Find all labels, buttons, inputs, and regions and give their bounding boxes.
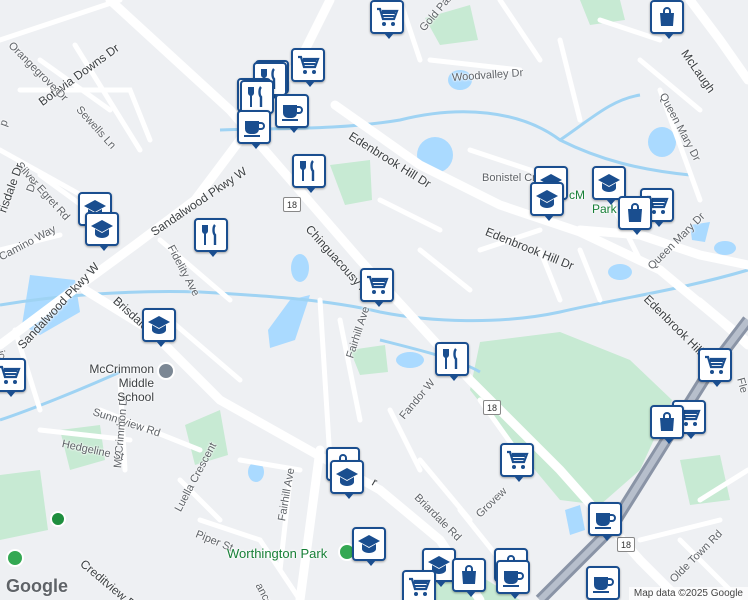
restaurant-pin[interactable] <box>292 154 326 193</box>
map-canvas[interactable]: Botavia Downs Dr Sewells Ln Orangegrove … <box>0 0 748 600</box>
restaurant-pin[interactable] <box>240 80 274 119</box>
cafe-pin[interactable] <box>586 566 620 600</box>
shopping-bag-icon <box>623 201 647 225</box>
school-pin[interactable] <box>85 212 119 251</box>
restaurant-icon <box>245 85 269 109</box>
cafe-pin[interactable] <box>275 94 309 133</box>
school-icon <box>90 217 114 241</box>
school-icon <box>335 465 359 489</box>
store-pin[interactable] <box>650 405 684 444</box>
grocery-pin[interactable] <box>500 443 534 482</box>
place-label-school: McCrimmon Middle School <box>89 362 154 404</box>
school-marker[interactable] <box>157 362 175 380</box>
grocery-pin[interactable] <box>0 358 26 397</box>
restaurant-pin[interactable] <box>194 218 228 257</box>
cafe-icon <box>501 565 525 589</box>
cafe-icon <box>280 99 304 123</box>
school-pin[interactable] <box>330 460 364 499</box>
school-pin[interactable] <box>142 308 176 347</box>
store-pin[interactable] <box>650 0 684 39</box>
school-icon <box>535 187 559 211</box>
grocery-pin[interactable] <box>402 570 436 600</box>
cafe-pin[interactable] <box>588 502 622 541</box>
shopping-cart-icon <box>703 353 727 377</box>
place-label-park: cM <box>569 188 585 202</box>
school-icon <box>597 171 621 195</box>
shopping-cart-icon <box>505 448 529 472</box>
cafe-pin[interactable] <box>496 560 530 599</box>
route-shield: 18 <box>483 400 501 415</box>
cafe-icon <box>242 115 266 139</box>
shopping-cart-icon <box>375 5 399 29</box>
cafe-icon <box>593 507 617 531</box>
store-pin[interactable] <box>618 196 652 235</box>
restaurant-icon <box>297 159 321 183</box>
shopping-cart-icon <box>0 363 21 387</box>
shopping-cart-icon <box>407 575 431 599</box>
park-marker[interactable] <box>6 549 24 567</box>
cafe-icon <box>591 571 615 595</box>
route-shield: 18 <box>617 537 635 552</box>
place-label-park: Worthington Park <box>227 546 328 561</box>
school-icon <box>147 313 171 337</box>
school-pin[interactable] <box>352 527 386 566</box>
school-pin[interactable] <box>530 182 564 221</box>
shopping-cart-icon <box>296 53 320 77</box>
school-icon <box>357 532 381 556</box>
cafe-pin[interactable] <box>237 110 271 149</box>
restaurant-icon <box>199 223 223 247</box>
school-pin[interactable] <box>592 166 626 205</box>
grocery-pin[interactable] <box>291 48 325 87</box>
store-pin[interactable] <box>452 558 486 597</box>
restaurant-pin[interactable] <box>435 342 469 381</box>
shopping-bag-icon <box>655 410 679 434</box>
grocery-pin[interactable] <box>360 268 394 307</box>
map-attribution[interactable]: Map data ©2025 Google <box>628 587 748 600</box>
restaurant-icon <box>440 347 464 371</box>
grocery-pin[interactable] <box>698 348 732 387</box>
route-shield: 18 <box>283 197 301 212</box>
poi-marker[interactable] <box>50 511 66 527</box>
shopping-bag-icon <box>655 5 679 29</box>
grocery-pin[interactable] <box>370 0 404 39</box>
shopping-cart-icon <box>365 273 389 297</box>
google-logo: Google <box>6 576 68 596</box>
shopping-bag-icon <box>457 563 481 587</box>
